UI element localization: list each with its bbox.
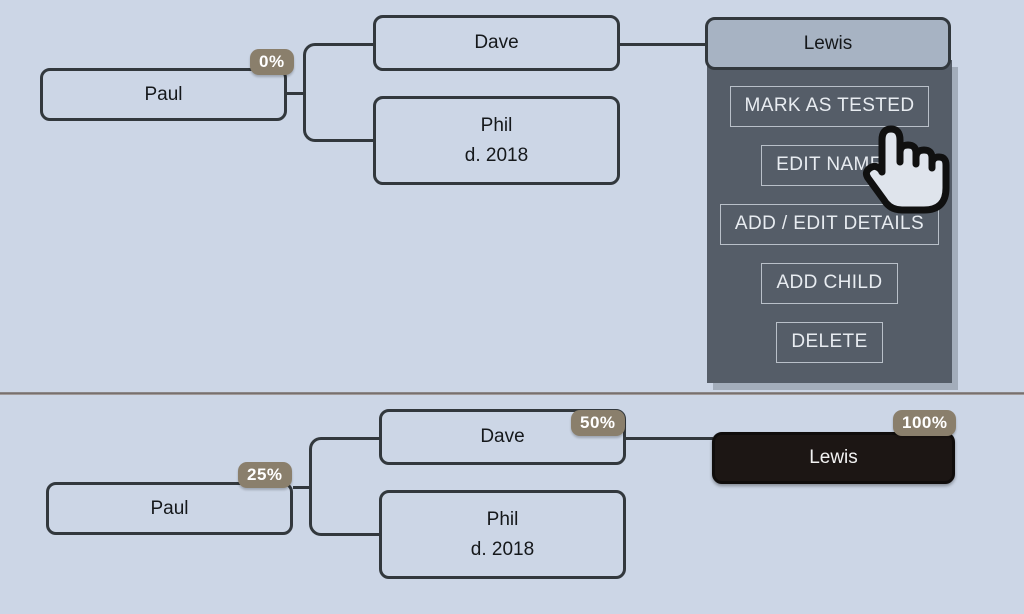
node-lewis-tested[interactable]: Lewis [712,432,955,484]
connector-sibling-elbow [309,437,381,536]
screenshot-stage: Paul 0% Dave Phil d. 2018 MARK AS TESTED… [0,0,1024,614]
menu-item-edit-name[interactable]: EDIT NAME [761,145,898,186]
node-name: Dave [474,32,519,54]
badge-dave-percent: 50% [571,410,625,436]
node-name: Phil [480,115,513,137]
node-phil[interactable]: Phil d. 2018 [373,96,620,185]
badge-lewis-percent: 100% [893,410,957,436]
node-name: Lewis [803,32,853,54]
menu-item-mark-as-tested[interactable]: MARK AS TESTED [729,86,930,127]
node-death-year: d. 2018 [470,538,535,560]
menu-item-add-child[interactable]: ADD CHILD [761,263,898,304]
badge-paul-percent: 25% [238,462,292,488]
node-phil[interactable]: Phil d. 2018 [379,490,626,579]
menu-item-delete[interactable]: DELETE [776,322,883,363]
badge-paul-percent: 0% [250,49,294,75]
node-name: Paul [150,497,189,519]
menu-item-add-edit-details[interactable]: ADD / EDIT DETAILS [719,204,940,245]
node-name: Phil [486,509,519,531]
node-dave[interactable]: Dave [373,15,620,71]
connector-sibling-elbow [303,43,375,142]
tree-panel-before: Paul 0% Dave Phil d. 2018 MARK AS TESTED… [0,0,1024,393]
context-menu[interactable]: MARK AS TESTED EDIT NAME ADD / EDIT DETA… [707,60,952,383]
tree-panel-after: Paul 25% Dave 50% Phil d. 2018 Lewis 100… [0,396,1024,614]
node-death-year: d. 2018 [464,144,529,166]
node-name: Lewis [809,447,858,469]
node-paul[interactable]: Paul [46,482,293,535]
node-name: Dave [480,426,525,448]
node-paul[interactable]: Paul [40,68,287,121]
node-name: Paul [144,83,183,105]
panel-divider [0,392,1024,395]
connector-dave-to-lewis [619,43,707,46]
node-lewis-selected[interactable]: Lewis [705,17,951,70]
connector-dave-to-lewis [625,437,713,440]
